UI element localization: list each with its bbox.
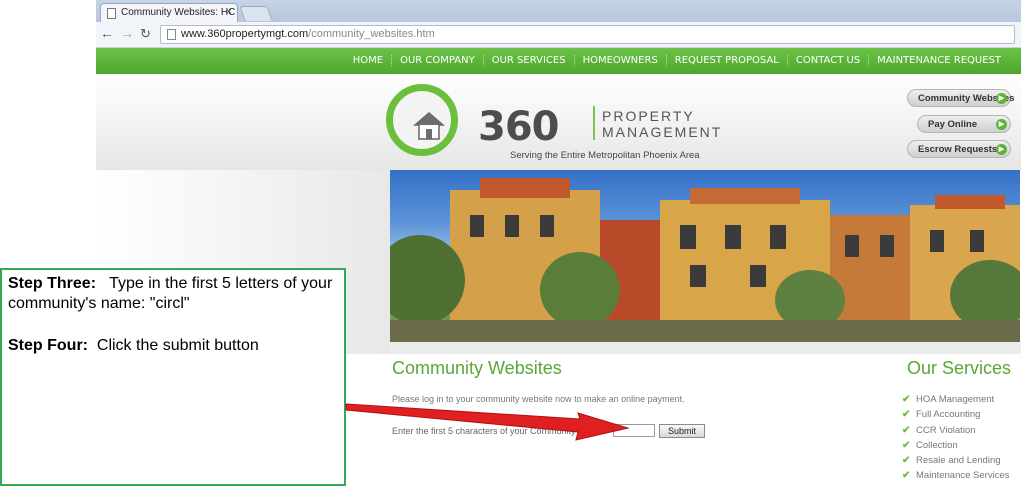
services-list: ✔ HOA Management ✔ Full Accounting ✔ CCR Vi… (902, 394, 1009, 486)
logo-number: 360 (478, 104, 559, 150)
pay-online-button[interactable]: Pay Online ▶ (917, 115, 1011, 133)
url-domain: www.360propertymgt.com (181, 28, 309, 40)
nav-homeowners-link[interactable]: HOMEOWNERS (573, 55, 666, 66)
logo-ring-icon (386, 84, 458, 156)
list-item[interactable]: ✔ HOA Management (902, 394, 1009, 409)
page-icon (167, 29, 176, 40)
building-illustration (390, 178, 1020, 342)
go-arrow-icon: ▶ (996, 119, 1007, 130)
nav-home-link[interactable]: HOME (345, 55, 391, 66)
community-websites-button[interactable]: Community Websites ▶ (907, 89, 1014, 107)
logo-word-management: MANAGEMENT (602, 124, 723, 140)
browser-toolbar: ← → ↻ www.360propertymgt.com/community_w… (96, 22, 1021, 48)
house-icon (413, 112, 445, 140)
check-icon: ✔ (902, 409, 911, 421)
tab-title: Community Websites: HC (121, 7, 236, 18)
intro-text: Please log in to your community website … (392, 394, 685, 404)
site-nav-menu: HOME OUR COMPANY OUR SERVICES HOMEOWNERS… (345, 55, 1009, 66)
escrow-requests-button[interactable]: Escrow Requests ▶ (907, 140, 1011, 158)
go-arrow-icon: ▶ (996, 93, 1007, 104)
company-logo[interactable]: 360 PROPERTY MANAGEMENT Serving the Enti… (386, 82, 720, 164)
escrow-requests-label: Escrow Requests (918, 144, 998, 155)
check-icon: ✔ (902, 424, 911, 436)
step-four-text: Click the submit button (96, 336, 259, 354)
community-websites-heading: Community Websites (392, 358, 562, 378)
list-item[interactable]: ✔ Maintenance Services (902, 470, 1009, 485)
site-nav-bar: HOME OUR COMPANY OUR SERVICES HOMEOWNERS… (96, 48, 1021, 74)
list-item[interactable]: ✔ Full Accounting (902, 409, 1009, 424)
logo-word-property: PROPERTY (602, 108, 695, 124)
instruction-callout: Step Three: Type in the first 5 letters … (0, 268, 346, 486)
reload-icon[interactable]: ↻ (140, 26, 151, 42)
nav-maintenance-request-link[interactable]: MAINTENANCE REQUEST (868, 55, 1009, 66)
step-four-heading: Step Four: (8, 336, 88, 354)
nav-contact-us-link[interactable]: CONTACT US (786, 55, 868, 66)
forward-arrow-icon[interactable]: → (120, 25, 134, 41)
hero-bottom-strip (390, 342, 1021, 354)
check-icon: ✔ (902, 394, 911, 405)
site-header: 360 PROPERTY MANAGEMENT Serving the Enti… (96, 74, 1021, 170)
main-content: Community Websites Please log in to your… (390, 354, 1021, 486)
url-path: /community_websites.htm (308, 28, 435, 40)
browser-tab-bar: Community Websites: HC × (96, 0, 1021, 22)
check-icon: ✔ (902, 455, 911, 467)
check-icon: ✔ (902, 439, 911, 451)
back-arrow-icon[interactable]: ← (100, 25, 114, 41)
step-three-heading: Step Three: (8, 275, 97, 292)
logo-divider (593, 106, 595, 140)
nav-our-company-link[interactable]: OUR COMPANY (391, 55, 483, 66)
community-name-input[interactable] (613, 424, 655, 437)
step-four-instruction: Step Four: Click the submit button (8, 336, 338, 356)
go-arrow-icon: ▶ (996, 144, 1007, 155)
close-icon[interactable]: × (226, 6, 232, 18)
browser-tab[interactable]: Community Websites: HC × (100, 3, 238, 22)
nav-request-proposal-link[interactable]: REQUEST PROPOSAL (665, 55, 787, 66)
list-item[interactable]: ✔ Collection (902, 440, 1009, 455)
nav-our-services-link[interactable]: OUR SERVICES (482, 55, 574, 66)
submit-button[interactable]: Submit (659, 424, 705, 438)
list-item[interactable]: ✔ CCR Violation (902, 425, 1009, 440)
new-tab-button[interactable] (239, 6, 273, 21)
hero-building-photo (390, 170, 1020, 342)
pay-online-label: Pay Online (928, 119, 978, 130)
screenshot: Community Websites: HC × ← → ↻ www.360pr… (0, 0, 1021, 486)
check-icon: ✔ (902, 470, 911, 482)
tagline: Serving the Entire Metropolitan Phoenix … (510, 150, 700, 161)
community-name-label: Enter the first 5 characters of your Com… (392, 426, 605, 436)
page-icon (107, 8, 116, 19)
list-item[interactable]: ✔ Resale and Lending (902, 455, 1009, 470)
our-services-heading: Our Services (906, 358, 1011, 378)
step-three-instruction: Step Three: Type in the first 5 letters … (8, 274, 338, 315)
address-bar[interactable]: www.360propertymgt.com/community_website… (160, 25, 1015, 44)
